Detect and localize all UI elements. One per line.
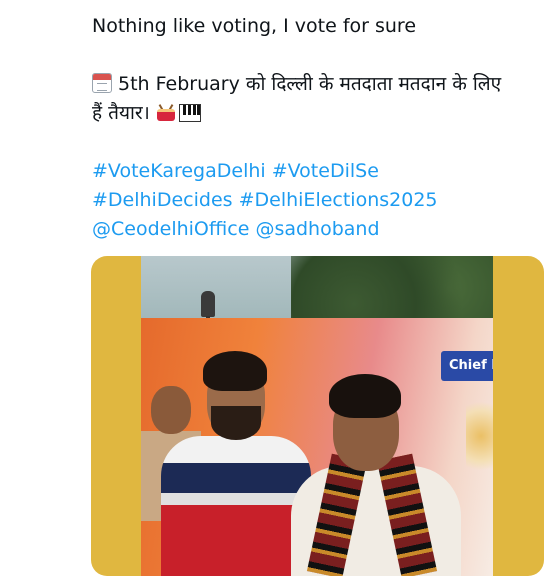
person-right-hair: [329, 374, 401, 418]
tweet-line-2: 5th February को दिल्ली के मतदाता मतदान क…: [92, 70, 532, 99]
street-lamp: [201, 291, 215, 317]
tweet-text: Nothing like voting, I vote for sure 5th…: [92, 12, 532, 244]
tweet-line-1: Nothing like voting, I vote for sure: [92, 15, 417, 37]
person-left-sweater: [161, 436, 311, 576]
banner-emblem: [466, 396, 493, 476]
tweet-date-text: 5th February को दिल्ली के मतदाता मतदान क…: [118, 73, 502, 95]
hashtag-link[interactable]: #VoteDilSe: [272, 160, 379, 182]
calendar-icon: [92, 73, 112, 93]
piano-icon: [178, 104, 201, 122]
video-card[interactable]: Chief E: [91, 256, 544, 576]
banner-sign: Chief E: [441, 351, 493, 381]
line-break: [92, 41, 532, 70]
hashtag-link[interactable]: #VoteKaregaDelhi: [92, 160, 266, 182]
banner-face: [151, 386, 191, 434]
tweet-line-3: हैं तैयार।: [92, 99, 532, 128]
person-left-beard: [211, 406, 261, 440]
mention-link[interactable]: @CeodelhiOffice: [92, 218, 249, 240]
hashtag-line-2: #DelhiDecides #DelhiElections2025: [92, 186, 532, 215]
video-player[interactable]: Chief E: [141, 256, 493, 576]
drum-icon: [156, 104, 176, 122]
hashtag-link[interactable]: #DelhiElections2025: [239, 189, 438, 211]
hashtag-line-1: #VoteKaregaDelhi #VoteDilSe: [92, 157, 532, 186]
mention-line: @CeodelhiOffice @sadhoband: [92, 215, 532, 244]
tweet: Nothing like voting, I vote for sure 5th…: [0, 0, 560, 576]
person-left-hair: [203, 351, 267, 391]
mention-link[interactable]: @sadhoband: [255, 218, 379, 240]
line-break: [92, 128, 532, 157]
tweet-ready-text: हैं तैयार।: [92, 102, 150, 124]
hashtag-link[interactable]: #DelhiDecides: [92, 189, 233, 211]
